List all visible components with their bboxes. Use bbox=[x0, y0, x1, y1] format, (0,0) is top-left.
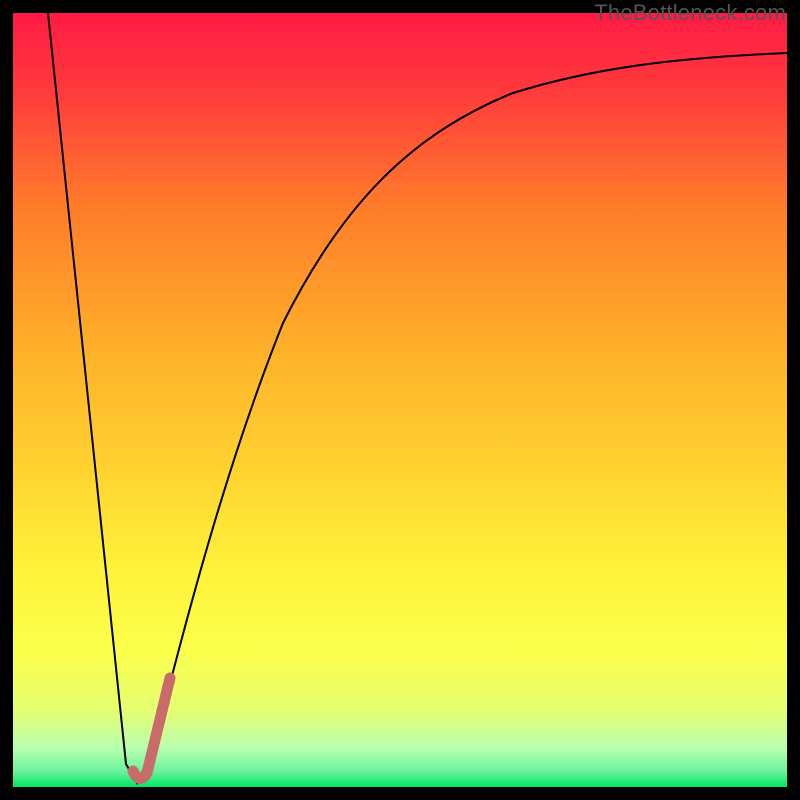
watermark-text: TheBottleneck.com bbox=[594, 0, 786, 26]
bottleneck-chart bbox=[13, 13, 787, 787]
gradient-background bbox=[13, 13, 787, 787]
